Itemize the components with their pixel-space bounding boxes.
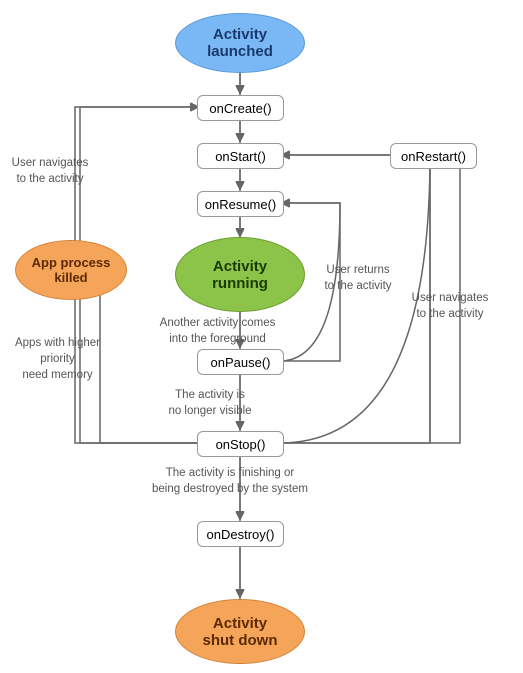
on-pause-node: onPause() [197,349,284,375]
on-restart-node: onRestart() [390,143,477,169]
app-process-killed-node: App process killed [15,240,127,300]
on-create-label: onCreate() [209,101,271,116]
user-returns-label: User returns to the activity [308,262,408,294]
on-pause-label: onPause() [211,355,271,370]
app-process-killed-label: App process killed [32,255,111,285]
activity-lifecycle-diagram: Activity launched onCreate() onStart() o… [0,0,523,673]
on-resume-node: onResume() [197,191,284,217]
apps-higher-priority-label: Apps with higher priority need memory [0,335,115,383]
on-destroy-label: onDestroy() [207,527,275,542]
activity-launched-label: Activity launched [207,26,273,60]
activity-launched-node: Activity launched [175,13,305,73]
another-activity-foreground-label: Another activity comes into the foregrou… [145,315,290,347]
user-navigates-label2: User navigates to the activity [395,290,505,322]
on-start-label: onStart() [215,149,266,164]
user-navigates-label: User navigates to the activity [0,155,100,187]
on-create-node: onCreate() [197,95,284,121]
on-stop-node: onStop() [197,431,284,457]
on-stop-label: onStop() [216,437,266,452]
activity-no-longer-visible-label: The activity is no longer visible [145,387,275,419]
activity-shutdown-node: Activity shut down [175,599,305,664]
on-restart-label: onRestart() [401,149,466,164]
finishing-or-destroyed-label: The activity is finishing or being destr… [130,465,330,497]
on-resume-label: onResume() [205,197,277,212]
on-start-node: onStart() [197,143,284,169]
activity-running-node: Activity running [175,237,305,312]
activity-running-label: Activity running [212,258,268,292]
activity-shutdown-label: Activity shut down [203,615,278,649]
on-destroy-node: onDestroy() [197,521,284,547]
